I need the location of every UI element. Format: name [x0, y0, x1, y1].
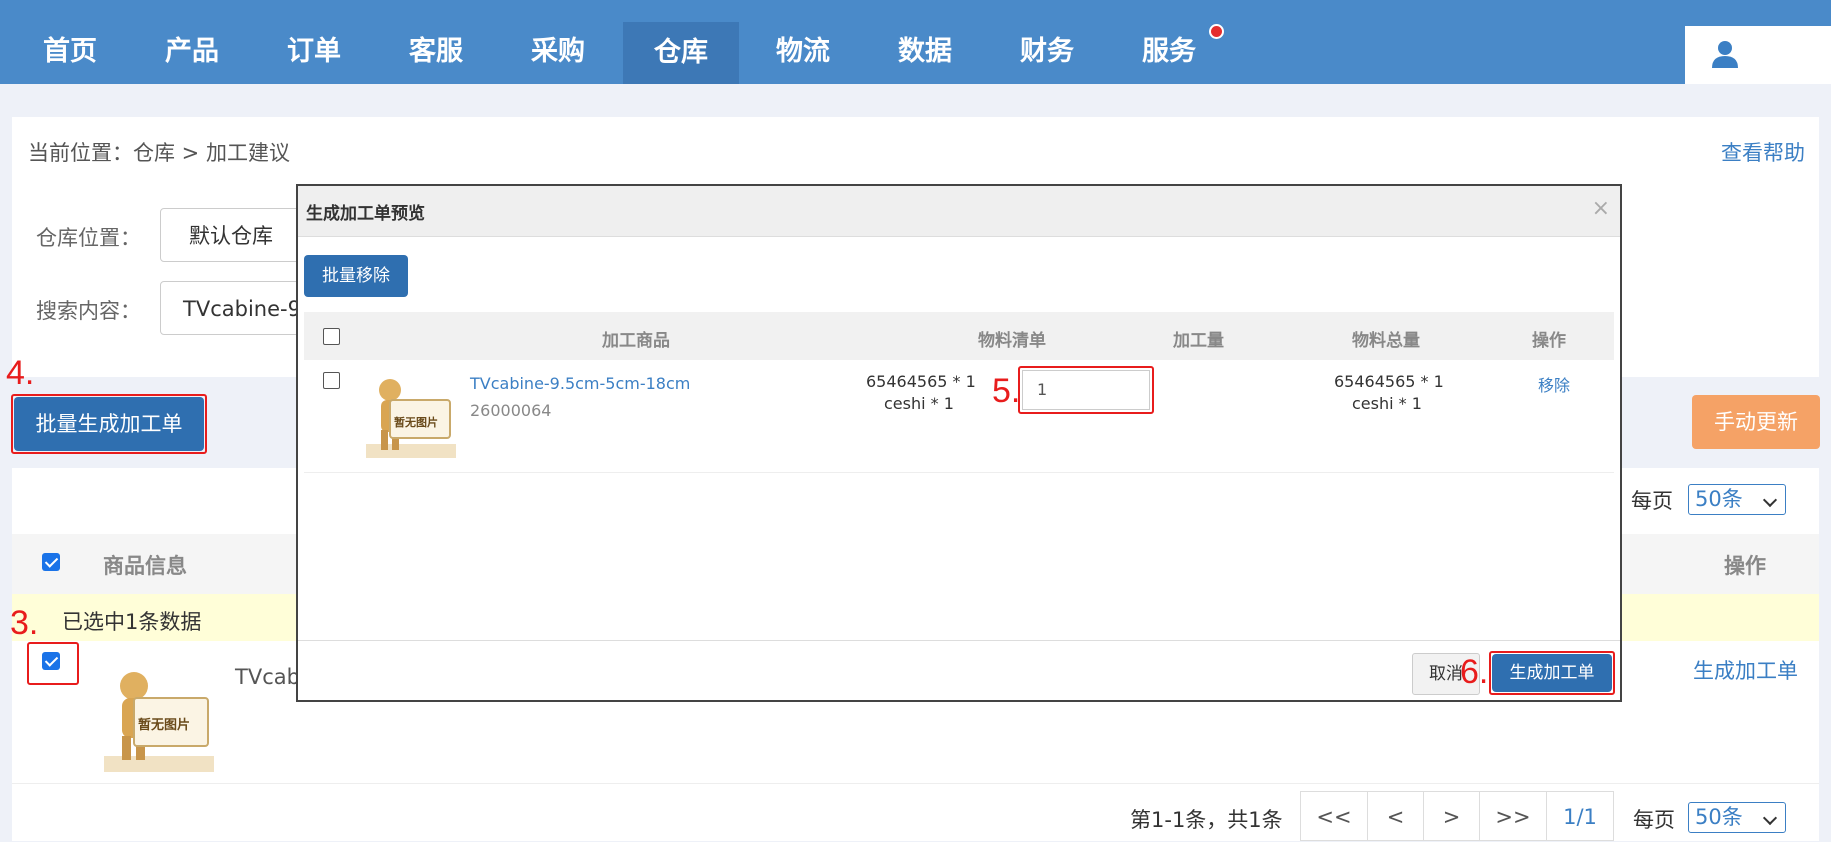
select-all-checkbox[interactable] — [42, 553, 60, 571]
total-line-1: 65464565 * 1 — [1334, 372, 1444, 391]
nav-warehouse[interactable]: 仓库 — [623, 22, 739, 84]
search-label: 搜索内容： — [36, 299, 141, 323]
nav-service[interactable]: 客服 — [378, 0, 494, 84]
modal-product-name[interactable]: TVcabine-9.5cm-5cm-18cm — [470, 374, 690, 393]
manual-update-button[interactable]: 手动更新 — [1692, 395, 1820, 449]
warehouse-select[interactable]: 默认仓库 — [160, 208, 300, 262]
nav-data[interactable]: 数据 — [867, 0, 983, 84]
placeholder-text: 暂无图片 — [138, 718, 191, 733]
pager-summary: 第1-1条，共1条 — [1130, 808, 1283, 832]
pager-per-page-label: 每页 — [1633, 808, 1675, 832]
col-action-header: 操作 — [1724, 554, 1766, 578]
nav-logistics[interactable]: 物流 — [745, 0, 861, 84]
user-menu[interactable] — [1685, 26, 1831, 84]
annotation-4: 4. — [6, 354, 35, 392]
per-page-select-top[interactable]: 50条 — [1688, 484, 1786, 515]
modal-table-row: 暂无图片 TVcabine-9.5cm-5cm-18cm 26000064 65… — [304, 360, 1614, 473]
generate-order-button[interactable]: 生成加工单 — [1492, 654, 1612, 692]
help-link[interactable]: 查看帮助 — [1721, 137, 1805, 167]
bom-line-2: ceshi * 1 — [884, 394, 954, 413]
modal-select-all-checkbox[interactable] — [323, 328, 340, 345]
row-checkbox[interactable] — [42, 652, 60, 670]
chevron-down-icon — [1762, 810, 1778, 826]
top-nav: 首页 产品 订单 客服 采购 仓库 物流 数据 财务 服务 — [0, 0, 1831, 84]
annotation-6: 6. — [1460, 653, 1489, 691]
modal-product-image: 暂无图片 — [366, 372, 456, 458]
nav-finance[interactable]: 财务 — [989, 0, 1105, 84]
pager-divider — [12, 783, 1819, 784]
product-image: 暂无图片 — [104, 664, 214, 772]
search-input[interactable]: TVcabine-9 — [160, 281, 300, 335]
th-product: 加工商品 — [602, 331, 670, 351]
pager-next[interactable]: > — [1423, 791, 1480, 841]
close-icon[interactable]: × — [1592, 196, 1610, 221]
total-line-2: ceshi * 1 — [1352, 394, 1422, 413]
nav-services[interactable]: 服务 — [1111, 0, 1227, 84]
row-product-name: TVcab — [235, 665, 300, 689]
pager-first[interactable]: << — [1300, 791, 1368, 841]
row-generate-link[interactable]: 生成加工单 — [1693, 655, 1798, 685]
modal-product-sku: 26000064 — [470, 401, 552, 420]
pager-per-page-value: 50条 — [1695, 805, 1743, 829]
annotation-5: 5. — [992, 372, 1021, 410]
nav-orders[interactable]: 订单 — [256, 0, 372, 84]
nav-purchase[interactable]: 采购 — [500, 0, 616, 84]
pager-per-page-select[interactable]: 50条 — [1688, 802, 1786, 833]
warehouse-label: 仓库位置： — [36, 226, 141, 250]
modal-remove-link[interactable]: 移除 — [1538, 372, 1570, 396]
batch-generate-button[interactable]: 批量生成加工单 — [14, 397, 204, 451]
th-total: 物料总量 — [1352, 331, 1420, 351]
generate-preview-modal: 生成加工单预览 × 批量移除 加工商品 物料清单 加工量 物料总量 操作 暂无图… — [296, 184, 1622, 702]
modal-footer: 取消 6. 生成加工单 — [298, 640, 1620, 703]
selected-notice: 已选中1条数据 — [62, 610, 202, 634]
per-page-value-top: 50条 — [1695, 487, 1743, 511]
nav-products[interactable]: 产品 — [134, 0, 250, 84]
batch-remove-button[interactable]: 批量移除 — [304, 255, 408, 297]
modal-title: 生成加工单预览 — [306, 204, 425, 224]
th-qty: 加工量 — [1173, 331, 1224, 351]
modal-row-checkbox[interactable] — [323, 372, 340, 389]
modal-table-header: 加工商品 物料清单 加工量 物料总量 操作 — [304, 312, 1614, 360]
notification-dot — [1209, 24, 1224, 39]
user-icon — [1712, 41, 1738, 68]
th-bom: 物料清单 — [978, 331, 1046, 351]
nav-home[interactable]: 首页 — [12, 0, 128, 84]
bom-line-1: 65464565 * 1 — [866, 372, 976, 391]
pager-current[interactable]: 1/1 — [1546, 791, 1614, 841]
pager-prev[interactable]: < — [1367, 791, 1424, 841]
qty-input[interactable]: 1 — [1022, 370, 1150, 410]
breadcrumb: 当前位置：仓库 > 加工建议 — [28, 141, 290, 165]
col-product-header: 商品信息 — [103, 554, 187, 578]
modal-placeholder-text: 暂无图片 — [394, 416, 438, 429]
modal-header: 生成加工单预览 × — [298, 186, 1620, 237]
th-op: 操作 — [1532, 331, 1566, 351]
annotation-3: 3. — [10, 604, 39, 642]
chevron-down-icon — [1762, 492, 1778, 508]
pager-last[interactable]: >> — [1479, 791, 1547, 841]
per-page-label-top: 每页 — [1631, 489, 1673, 513]
